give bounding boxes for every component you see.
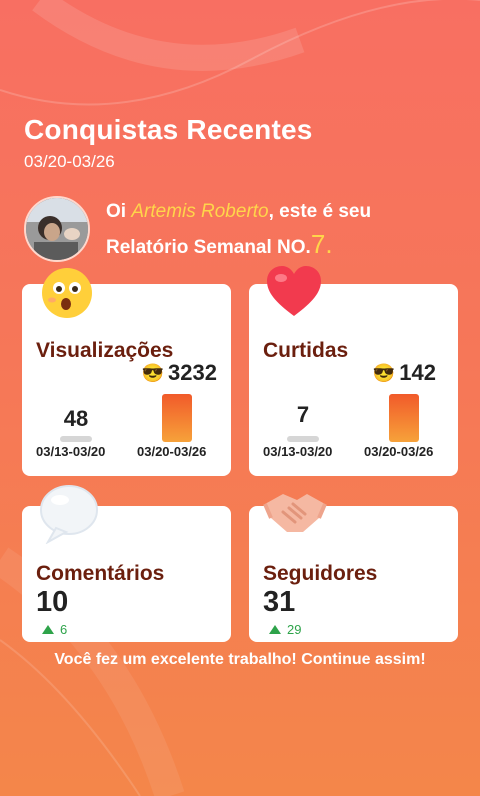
- greeting-text: Oi Artemis Roberto, este é seu Relatório…: [106, 196, 371, 264]
- likes-prev-value: 7: [296, 402, 310, 427]
- likes-card[interactable]: Curtidas 😎 142 7 03/13-03/20 03/20-03/26: [249, 266, 458, 476]
- views-prev-bar: [60, 436, 92, 442]
- followers-delta: 29: [269, 622, 301, 637]
- cool-face-icon: 😎: [141, 362, 165, 383]
- handshake-icon: [263, 494, 327, 532]
- heart-icon: [267, 266, 321, 316]
- user-name: Artemis Roberto: [131, 201, 269, 222]
- surprised-face-icon: [42, 268, 92, 318]
- comments-value: 10: [36, 586, 69, 618]
- encouragement-message: Você fez um excelente trabalho! Continue…: [54, 651, 426, 668]
- followers-delta-value: 29: [287, 622, 302, 637]
- followers-card[interactable]: Seguidores 31 29: [249, 494, 458, 642]
- followers-value: 31: [263, 586, 296, 618]
- cool-face-icon: 😎: [372, 362, 396, 383]
- views-card[interactable]: Visualizações 😎 3232 48 03/13-03/20 03/2…: [22, 268, 231, 476]
- page-title: Conquistas Recentes: [24, 114, 313, 145]
- speech-bubble-icon: [40, 485, 98, 544]
- likes-prev-bar: [287, 436, 319, 442]
- views-cur-bar: [162, 394, 192, 442]
- greeting-prefix: Oi: [106, 201, 132, 222]
- views-cur-range: 03/20-03/26: [137, 444, 207, 459]
- views-prev-range: 03/13-03/20: [36, 444, 106, 459]
- views-total-value: 3232: [168, 360, 217, 385]
- likes-title: Curtidas: [263, 339, 349, 362]
- followers-title: Seguidores: [263, 562, 378, 585]
- views-total: 😎 3232: [142, 360, 217, 386]
- report-number: 7: [310, 229, 326, 259]
- greeting-line-2: Relatório Semanal NO.7.: [106, 228, 371, 264]
- comments-delta: 6: [42, 622, 67, 637]
- likes-cur-range: 03/20-03/26: [364, 444, 434, 459]
- comments-delta-value: 6: [60, 622, 68, 637]
- date-range: 03/20-03/26: [24, 152, 115, 171]
- avatar[interactable]: [24, 196, 90, 262]
- comments-card[interactable]: Comentários 10 6: [22, 485, 231, 642]
- report-suffix: .: [325, 229, 333, 259]
- report-label: Relatório Semanal NO.: [106, 237, 311, 258]
- likes-prev-range: 03/13-03/20: [263, 444, 333, 459]
- greeting-middle: , este é seu: [268, 201, 372, 222]
- greeting-line-1: Oi Artemis Roberto, este é seu: [106, 196, 371, 228]
- comments-title: Comentários: [36, 562, 165, 585]
- views-prev-value: 48: [63, 406, 89, 431]
- arrow-up-icon: [269, 625, 281, 634]
- arrow-up-icon: [42, 625, 54, 634]
- likes-total: 😎 142: [373, 360, 436, 386]
- likes-total-value: 142: [399, 360, 436, 385]
- avatar-photo: [26, 198, 88, 260]
- likes-cur-bar: [389, 394, 419, 442]
